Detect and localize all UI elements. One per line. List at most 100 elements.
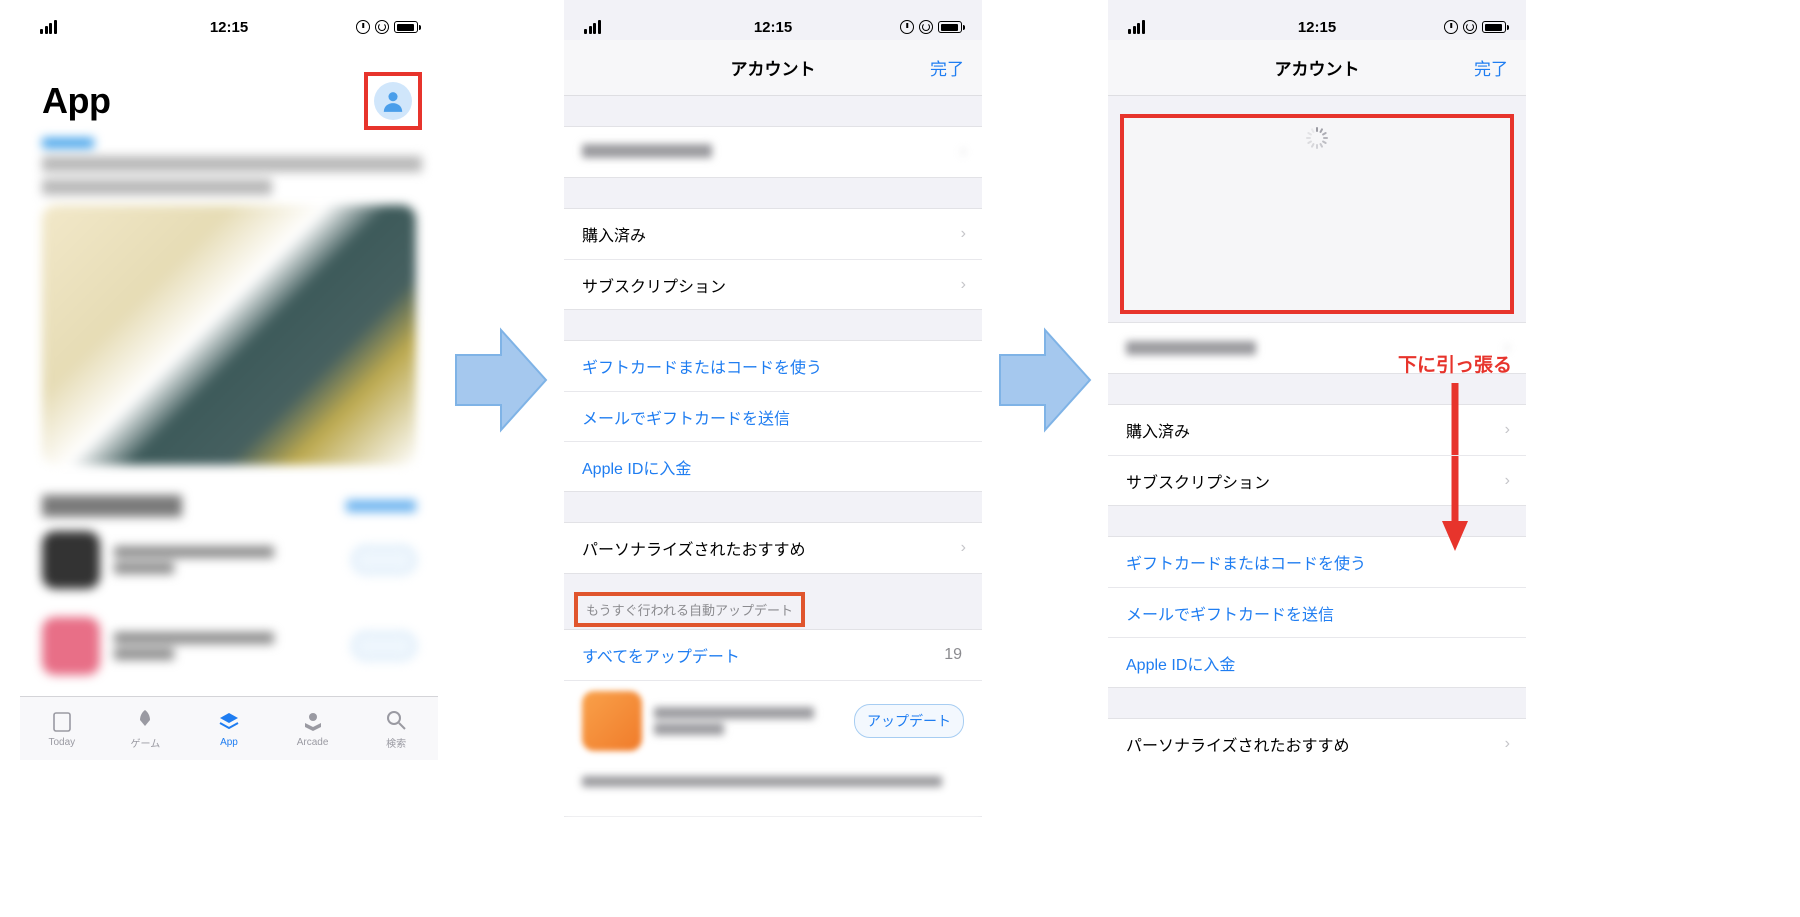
arcade-icon: [301, 710, 325, 734]
nav-title: アカウント: [1275, 55, 1360, 80]
row-label: サブスクリプション: [1126, 469, 1270, 493]
row-personalized[interactable]: パーソナライズされたおすすめ ›: [1108, 719, 1526, 760]
phone-appstore: 12:15 App: [20, 0, 438, 760]
nav-title: アカウント: [731, 55, 816, 80]
row-redeem[interactable]: ギフトカードまたはコードを使う: [564, 341, 982, 391]
battery-icon: [394, 21, 418, 33]
row-label: ギフトカードまたはコードを使う: [1126, 550, 1366, 574]
chevron-right-icon: ›: [961, 225, 966, 243]
row-label: 購入済み: [582, 222, 646, 246]
battery-icon: [1482, 21, 1506, 33]
section-upcoming-updates: もうすぐ行われる自動アップデート: [564, 574, 982, 629]
nav-bar: アカウント 完了: [1108, 40, 1526, 96]
tab-arcade[interactable]: Arcade: [271, 697, 355, 760]
get-button[interactable]: [352, 632, 416, 660]
chevron-right-icon: ›: [1505, 339, 1510, 357]
row-subscriptions[interactable]: サブスクリプション ›: [1108, 455, 1526, 505]
alarm-icon: [900, 20, 914, 34]
app-list-item[interactable]: [20, 603, 438, 689]
row-label: Apple IDに入金: [1126, 651, 1235, 675]
tab-label: Today: [48, 737, 75, 748]
featured-story[interactable]: [20, 132, 438, 465]
tab-label: ゲーム: [131, 735, 161, 750]
chevron-right-icon: ›: [961, 143, 966, 161]
status-bar: 12:15: [20, 0, 438, 40]
row-label: パーソナライズされたおすすめ: [1126, 732, 1350, 756]
rocket-icon: [133, 708, 157, 732]
update-notes: [564, 761, 982, 816]
arrow-right-icon: [451, 320, 551, 440]
layers-icon: [217, 710, 241, 734]
row-personalized[interactable]: パーソナライズされたおすすめ ›: [564, 523, 982, 573]
row-label: ギフトカードまたはコードを使う: [582, 354, 822, 378]
account-list[interactable]: › 購入済み › サブスクリプション › ギフトカードまたはコードを使う メールでギ…: [564, 126, 982, 817]
flow-arrow: [438, 0, 564, 760]
update-item[interactable]: アップデート: [564, 680, 982, 761]
loading-spinner-icon: [1305, 126, 1329, 150]
app-icon: [582, 691, 642, 751]
phone-account: 12:15 アカウント 完了 › 購入済み › サブスクリプション ›: [564, 0, 982, 760]
page-title: App: [42, 80, 416, 122]
row-subscriptions[interactable]: サブスクリプション ›: [564, 259, 982, 309]
tab-search[interactable]: 検索: [354, 697, 438, 760]
get-button[interactable]: [352, 546, 416, 574]
row-label: すべてをアップデート: [582, 643, 740, 667]
arrow-right-icon: [995, 320, 1095, 440]
row-purchased[interactable]: 購入済み ›: [564, 209, 982, 259]
done-button[interactable]: 完了: [930, 55, 964, 80]
tab-apps[interactable]: App: [187, 697, 271, 760]
row-label: メールでギフトカードを送信: [1126, 601, 1334, 625]
update-count: 19: [944, 646, 962, 664]
tab-label: Arcade: [297, 737, 329, 748]
highlight-box-account: [364, 72, 422, 130]
battery-icon: [938, 21, 962, 33]
row-appleid[interactable]: ›: [1108, 323, 1526, 373]
app-list-item[interactable]: [20, 517, 438, 603]
row-label: 購入済み: [1126, 418, 1190, 442]
update-button[interactable]: アップデート: [854, 704, 964, 738]
alarm-icon: [1444, 20, 1458, 34]
row-purchased[interactable]: 購入済み ›: [1108, 405, 1526, 455]
tab-today[interactable]: Today: [20, 697, 104, 760]
alarm-icon: [356, 20, 370, 34]
row-update-all[interactable]: すべてをアップデート 19: [564, 630, 982, 680]
chevron-right-icon: ›: [961, 539, 966, 557]
row-appleid[interactable]: ›: [564, 127, 982, 177]
chevron-right-icon: ›: [1505, 421, 1510, 439]
chevron-right-icon: ›: [961, 276, 966, 294]
row-add-funds[interactable]: Apple IDに入金: [1108, 637, 1526, 687]
person-icon: [380, 88, 406, 114]
account-button[interactable]: [374, 82, 412, 120]
section-label-text: もうすぐ行われる自動アップデート: [586, 603, 793, 618]
row-add-funds[interactable]: Apple IDに入金: [564, 441, 982, 491]
signal-icon: [40, 20, 57, 34]
pull-to-refresh-area[interactable]: [1120, 114, 1514, 314]
chevron-right-icon: ›: [1505, 472, 1510, 490]
rotation-lock-icon: [1463, 20, 1477, 34]
done-button[interactable]: 完了: [1474, 55, 1508, 80]
chevron-right-icon: ›: [1505, 735, 1510, 753]
row-send-gift[interactable]: メールでギフトカードを送信: [564, 391, 982, 441]
row-label: サブスクリプション: [582, 273, 726, 297]
row-send-gift[interactable]: メールでギフトカードを送信: [1108, 587, 1526, 637]
nav-bar: アカウント 完了: [564, 40, 982, 96]
row-label: パーソナライズされたおすすめ: [582, 536, 806, 560]
signal-icon: [1128, 20, 1145, 34]
rotation-lock-icon: [375, 20, 389, 34]
row-label: Apple IDに入金: [582, 455, 691, 479]
today-icon: [50, 710, 74, 734]
search-icon: [384, 708, 408, 732]
phone-account-refresh: 12:15 アカウント 完了 下に引っ張る: [1108, 0, 1526, 760]
status-bar: 12:15: [564, 0, 982, 40]
flow-arrow: [982, 0, 1108, 760]
rotation-lock-icon: [919, 20, 933, 34]
highlight-box-updates: もうすぐ行われる自動アップデート: [574, 592, 805, 627]
row-redeem[interactable]: ギフトカードまたはコードを使う: [1108, 537, 1526, 587]
status-bar: 12:15: [1108, 0, 1526, 40]
signal-icon: [584, 20, 601, 34]
tab-label: 検索: [386, 735, 406, 750]
tab-bar: Today ゲーム App Arcade 検索: [20, 696, 438, 760]
tab-games[interactable]: ゲーム: [104, 697, 188, 760]
tab-label: App: [220, 737, 238, 748]
row-label: メールでギフトカードを送信: [582, 405, 790, 429]
